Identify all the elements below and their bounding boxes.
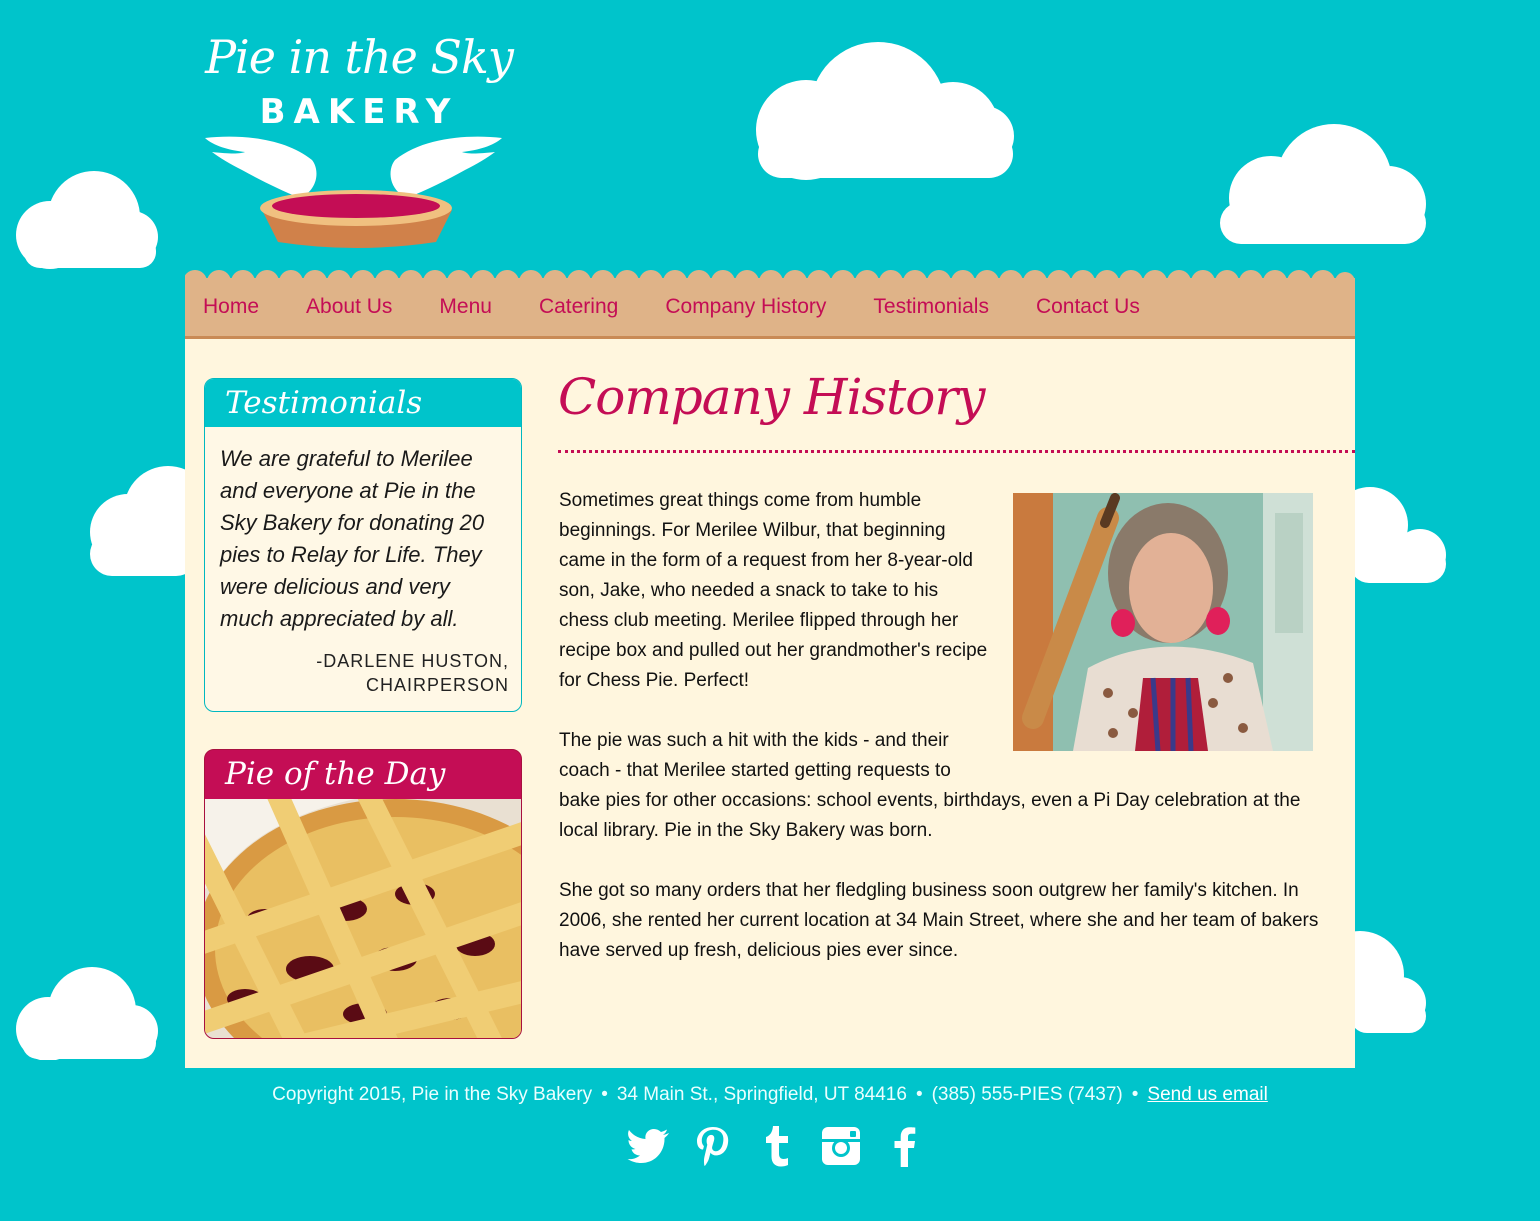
footer-phone: (385) 555-PIES (7437) bbox=[931, 1084, 1123, 1105]
facebook-icon[interactable] bbox=[883, 1124, 927, 1168]
nav-items: Home About Us Menu Catering Company Hist… bbox=[203, 295, 1187, 319]
footer-separator: • bbox=[1131, 1084, 1139, 1105]
pie-of-the-day-heading: Pie of the Day bbox=[205, 750, 521, 798]
pie-of-the-day-box: Pie of the Day bbox=[204, 749, 522, 1039]
title-divider bbox=[558, 450, 1355, 453]
instagram-icon[interactable] bbox=[819, 1124, 863, 1168]
article-paragraph: She got so many orders that her fledglin… bbox=[559, 880, 1319, 961]
lattice-pie-photo bbox=[205, 799, 521, 1038]
main-content-panel: Home About Us Menu Catering Company Hist… bbox=[185, 270, 1355, 1068]
bakery-logo[interactable]: Pie in the Sky BAKERY bbox=[200, 30, 514, 255]
footer-separator: • bbox=[601, 1084, 608, 1105]
footer-copyright: Copyright 2015, Pie in the Sky Bakery bbox=[272, 1084, 593, 1105]
nav-item-contact-us[interactable]: Contact Us bbox=[1036, 295, 1140, 319]
winged-pie-icon bbox=[205, 136, 502, 248]
main-nav: Home About Us Menu Catering Company Hist… bbox=[185, 270, 1355, 339]
site-footer: Copyright 2015, Pie in the Sky Bakery • 34… bbox=[0, 1084, 1540, 1106]
cloud-decoration bbox=[1220, 124, 1426, 244]
founder-photo bbox=[1013, 493, 1313, 751]
cloud-decoration bbox=[1350, 487, 1446, 583]
social-links bbox=[627, 1124, 927, 1168]
nav-item-company-history[interactable]: Company History bbox=[665, 295, 826, 319]
nav-scallop-edge bbox=[185, 270, 1355, 282]
nav-item-testimonials[interactable]: Testimonials bbox=[873, 295, 989, 319]
testimonial-quote: We are grateful to Merilee and everyone … bbox=[220, 446, 485, 631]
footer-address: 34 Main St., Springfield, UT 84416 bbox=[616, 1084, 907, 1105]
testimonial-attribution: -DARLENE HUSTON, CHAIRPERSON bbox=[205, 635, 521, 697]
cloud-decoration bbox=[756, 42, 1014, 180]
nav-item-about-us[interactable]: About Us bbox=[306, 295, 392, 319]
nav-item-menu[interactable]: Menu bbox=[439, 295, 492, 319]
pinterest-icon[interactable] bbox=[691, 1124, 735, 1168]
send-email-link[interactable]: Send us email bbox=[1147, 1084, 1267, 1105]
footer-separator: • bbox=[915, 1084, 923, 1105]
twitter-icon[interactable] bbox=[627, 1124, 671, 1168]
attribution-name: -DARLENE HUSTON, bbox=[316, 651, 509, 671]
cloud-decoration bbox=[1350, 931, 1426, 1033]
attribution-role: CHAIRPERSON bbox=[365, 675, 509, 695]
article-body: Sometimes great things come from humble … bbox=[559, 486, 1319, 996]
nav-item-catering[interactable]: Catering bbox=[539, 295, 618, 319]
cloud-decoration bbox=[90, 466, 198, 576]
testimonials-heading: Testimonials bbox=[205, 379, 521, 427]
page-title: Company History bbox=[558, 368, 986, 426]
cloud-decoration bbox=[16, 967, 158, 1060]
logo-script-text: Pie in the Sky bbox=[205, 30, 514, 84]
tumblr-icon[interactable] bbox=[755, 1124, 799, 1168]
logo-bakery-text: BAKERY bbox=[259, 92, 459, 132]
nav-item-home[interactable]: Home bbox=[203, 295, 259, 319]
cloud-decoration bbox=[16, 171, 158, 269]
testimonials-box: Testimonials We are grateful to Merilee … bbox=[204, 378, 522, 712]
